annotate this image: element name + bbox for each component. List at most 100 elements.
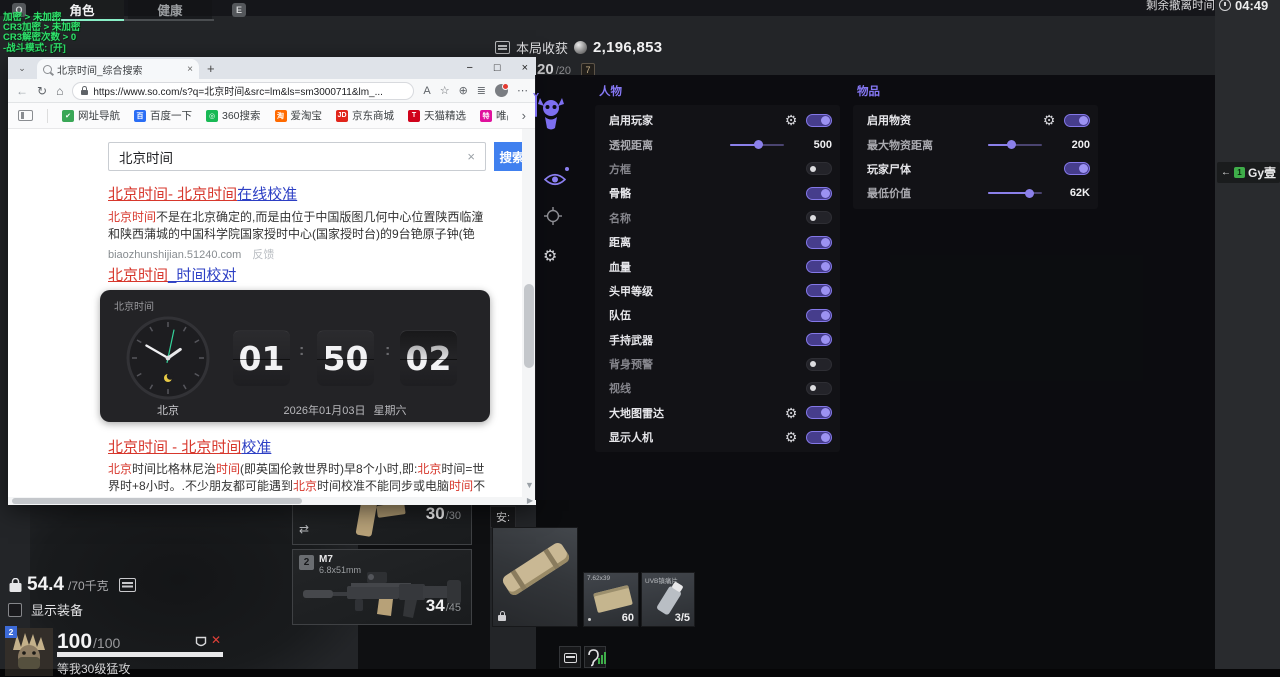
weapon-card-primary[interactable]: 2 M7 6.8x51mm 34 /45 xyxy=(292,549,472,625)
toggle-off[interactable] xyxy=(806,382,832,395)
eye-icon[interactable] xyxy=(544,172,566,187)
favorite-star-icon[interactable]: ☆ xyxy=(440,84,450,97)
bookmark-天猫精选[interactable]: T天猫精选 xyxy=(408,108,466,123)
slider-knob[interactable] xyxy=(754,140,763,149)
toggle-on[interactable] xyxy=(806,406,832,419)
tab-panel-icon[interactable] xyxy=(18,110,33,121)
url-text[interactable]: https://www.so.com/s?q=北京时间&src=lm&ls=sm… xyxy=(93,83,405,98)
item-card-meds[interactable]: UVB镇痛片 3/5 xyxy=(641,572,695,627)
toggle-off[interactable] xyxy=(806,162,832,175)
result-title-link[interactable]: 北京时间 - 北京时间校准 xyxy=(108,440,271,456)
menu-row-最大物资距离[interactable]: 最大物资距离200 xyxy=(853,132,1098,156)
inventory-menu-icon[interactable] xyxy=(119,578,136,592)
toggle-on[interactable] xyxy=(806,114,832,127)
tab-search-chevron[interactable]: ⌄ xyxy=(13,60,31,76)
menu-row-大地图雷达[interactable]: 大地图雷达⚙ xyxy=(595,401,840,425)
toggle-on[interactable] xyxy=(806,284,832,297)
result-domain[interactable]: biaozhunshijian.51240.com xyxy=(108,249,241,261)
gear-icon[interactable]: ⚙ xyxy=(543,246,557,266)
toggle-on[interactable] xyxy=(806,260,832,273)
read-aloud-icon[interactable]: A xyxy=(423,85,430,97)
maximize-button[interactable]: □ xyxy=(494,62,501,74)
result-title-link[interactable]: 北京时间- 北京时间在线校准 xyxy=(108,187,297,203)
more-menu-icon[interactable]: ⋯ xyxy=(517,84,528,97)
result-feedback-link[interactable]: 反馈 xyxy=(252,249,274,261)
menu-row-头甲等级[interactable]: 头甲等级 xyxy=(595,279,840,303)
scrollbar-thumb[interactable] xyxy=(524,284,534,368)
crosshair-icon[interactable] xyxy=(544,207,562,225)
bookmark-网址导航[interactable]: ✔网址导航 xyxy=(62,108,120,123)
tab-close-icon[interactable]: × xyxy=(187,64,193,75)
search-value[interactable]: 北京时间 xyxy=(119,147,467,167)
menu-row-最低价值[interactable]: 最低价值62K xyxy=(853,181,1098,205)
text-segment: 时间 xyxy=(216,462,240,476)
gear-icon[interactable]: ⚙ xyxy=(1039,113,1059,127)
scroll-right-arrow[interactable]: ▶ xyxy=(527,496,533,505)
new-tab-button[interactable]: + xyxy=(207,61,215,76)
menu-row-启用物资[interactable]: 启用物资⚙ xyxy=(853,108,1098,132)
chevron-right-icon[interactable]: › xyxy=(522,108,526,123)
refresh-button[interactable]: ↻ xyxy=(37,84,47,98)
safe-item-slot[interactable] xyxy=(492,527,578,627)
toggle-off[interactable] xyxy=(806,358,832,371)
gear-icon[interactable]: ⚙ xyxy=(781,430,801,444)
menu-row-背身预警[interactable]: 背身预警 xyxy=(595,352,840,376)
bookmark-360搜索[interactable]: ◎360搜索 xyxy=(206,108,261,123)
menu-row-血量[interactable]: 血量 xyxy=(595,254,840,278)
toggle-on[interactable] xyxy=(1064,114,1090,127)
back-button[interactable]: ← xyxy=(16,84,28,98)
slider-knob[interactable] xyxy=(1007,140,1016,149)
toggle-on[interactable] xyxy=(806,236,832,249)
loot-value: 2,196,853 xyxy=(593,39,662,56)
menu-row-队伍[interactable]: 队伍 xyxy=(595,303,840,327)
menu-row-名称[interactable]: 名称 xyxy=(595,206,840,230)
toggle-on[interactable] xyxy=(806,187,832,200)
list-icon[interactable] xyxy=(495,41,510,54)
clear-search-icon[interactable]: × xyxy=(467,149,475,164)
menu-row-距离[interactable]: 距离 xyxy=(595,230,840,254)
show-equipment-row[interactable]: 显示装备 xyxy=(8,600,83,619)
menu-row-手持武器[interactable]: 手持武器 xyxy=(595,328,840,352)
bookmark-京东商城[interactable]: JD京东商城 xyxy=(336,108,394,123)
bookmark-唯品会[interactable]: 特唯品会 xyxy=(480,108,508,123)
toggle-on[interactable] xyxy=(806,309,832,322)
search-input[interactable]: 北京时间 × xyxy=(108,142,486,171)
menu-row-视线[interactable]: 视线 xyxy=(595,376,840,400)
profile-avatar[interactable] xyxy=(495,84,508,97)
address-bar[interactable]: https://www.so.com/s?q=北京时间&src=lm&ls=sm… xyxy=(72,82,414,100)
menu-row-方框[interactable]: 方框 xyxy=(595,157,840,181)
toggle-on[interactable] xyxy=(806,333,832,346)
toggle-on[interactable] xyxy=(806,431,832,444)
swap-weapon-icon[interactable]: ⇄ xyxy=(299,522,309,536)
item-card-ammo[interactable]: 7.62x39 60 xyxy=(583,572,639,627)
ammo-box-image xyxy=(593,585,633,613)
slider-knob[interactable] xyxy=(1025,189,1034,198)
show-equipment-checkbox[interactable] xyxy=(8,603,22,617)
menu-row-骨骼[interactable]: 骨骼 xyxy=(595,181,840,205)
toggle-off[interactable] xyxy=(806,211,832,224)
menu-row-透视距离[interactable]: 透视距离500 xyxy=(595,132,840,156)
toggle-on[interactable] xyxy=(1064,162,1090,175)
slider-track[interactable] xyxy=(988,192,1042,194)
collections-icon[interactable]: ≣ xyxy=(477,84,486,97)
scrollbar-thumb[interactable] xyxy=(12,498,302,504)
tab-health[interactable]: 健康 xyxy=(128,0,212,19)
result-title-link[interactable]: 北京时间_时间校对 xyxy=(108,268,236,284)
menu-row-显示人机[interactable]: 显示人机⚙ xyxy=(595,425,840,449)
home-button[interactable]: ⌂ xyxy=(56,84,63,98)
browser-tab[interactable]: 北京时间_综合搜索 × xyxy=(37,59,199,79)
slider-track[interactable] xyxy=(988,144,1042,146)
horizontal-scrollbar[interactable]: ▶ xyxy=(8,497,536,505)
menu-row-启用玩家[interactable]: 启用玩家⚙ xyxy=(595,108,840,132)
scroll-down-arrow[interactable]: ▼ xyxy=(525,480,534,490)
gear-icon[interactable]: ⚙ xyxy=(781,406,801,420)
minimize-button[interactable]: − xyxy=(466,62,472,74)
bookmark-爱淘宝[interactable]: 淘爱淘宝 xyxy=(275,108,323,123)
gear-icon[interactable]: ⚙ xyxy=(781,113,801,127)
menu-row-玩家尸体[interactable]: 玩家尸体 xyxy=(853,157,1098,181)
slider-track[interactable] xyxy=(730,144,784,146)
bookmark-百度一下[interactable]: 百百度一下 xyxy=(134,108,192,123)
close-button[interactable]: × xyxy=(522,62,528,74)
colon: : xyxy=(385,342,390,360)
extensions-icon[interactable]: ⊕ xyxy=(459,84,468,97)
